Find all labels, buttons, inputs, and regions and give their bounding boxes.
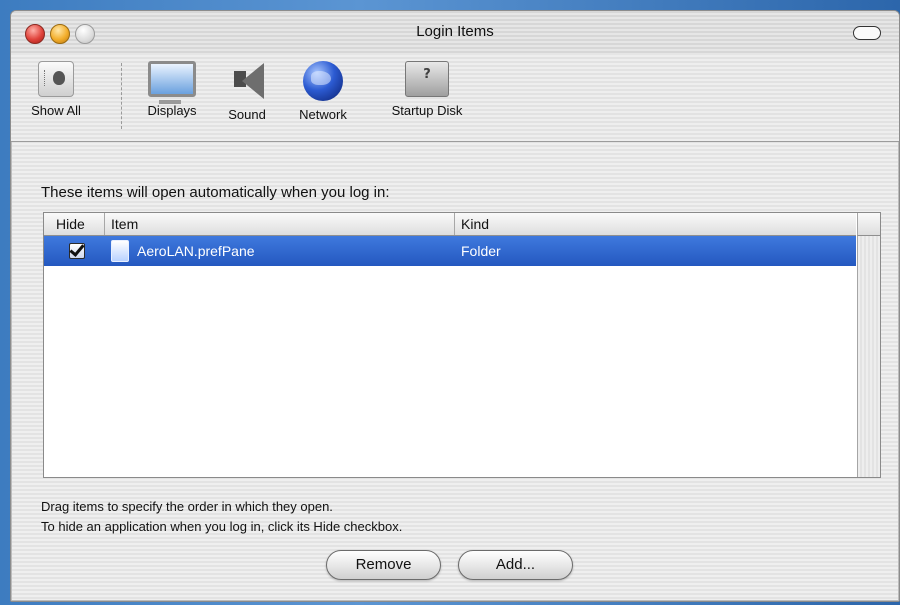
toolbar-item-label: Displays <box>147 103 197 118</box>
column-divider <box>454 213 455 235</box>
help-text: Drag items to specify the order in which… <box>41 497 402 537</box>
folder-icon <box>111 240 129 262</box>
window-title: Login Items <box>416 23 494 40</box>
preferences-toolbar: Show All Displays Sound Network Startup … <box>11 55 899 142</box>
toolbar-item-label: Network <box>299 107 347 122</box>
hide-checkbox[interactable] <box>69 243 85 259</box>
item-kind: Folder <box>461 243 501 259</box>
table-header: Hide Item Kind <box>44 213 856 236</box>
toolbar-item-label: Sound <box>228 107 266 122</box>
toolbar-item-network[interactable]: Network <box>287 61 359 122</box>
globe-icon <box>303 61 343 101</box>
toolbar-item-displays[interactable]: Displays <box>137 61 207 118</box>
hard-disk-icon <box>405 61 449 97</box>
display-icon <box>148 61 196 104</box>
toolbar-item-label: Show All <box>31 103 81 118</box>
help-line-reorder: Drag items to specify the order in which… <box>41 499 333 514</box>
toolbar-item-show-all[interactable]: Show All <box>21 61 91 118</box>
toolbar-item-label: Startup Disk <box>391 103 463 118</box>
speaker-icon <box>230 61 264 101</box>
vertical-scrollbar[interactable] <box>857 213 880 477</box>
column-header-kind[interactable]: Kind <box>461 216 489 232</box>
toolbar-item-startup-disk[interactable]: Startup Disk <box>375 61 479 118</box>
title-bar[interactable]: Login Items <box>11 11 899 56</box>
toolbar-separator <box>121 63 122 129</box>
table-row[interactable]: AeroLAN.prefPane Folder <box>44 236 856 266</box>
scrollbar-header-corner <box>857 213 880 236</box>
remove-button[interactable]: Remove <box>326 550 441 580</box>
add-button[interactable]: Add... <box>458 550 573 580</box>
column-header-hide[interactable]: Hide <box>56 216 85 232</box>
show-all-icon <box>38 61 74 97</box>
column-header-item[interactable]: Item <box>111 216 138 232</box>
preferences-window: Login Items Show All Displays Sound Netw… <box>10 10 900 602</box>
item-name: AeroLAN.prefPane <box>137 243 255 259</box>
help-line-hide: To hide an application when you log in, … <box>41 519 403 534</box>
login-items-table[interactable]: Hide Item Kind AeroLAN.prefPane Folder <box>43 212 881 478</box>
toolbar-item-sound[interactable]: Sound <box>217 61 277 122</box>
login-items-pane: These items will open automatically when… <box>11 142 899 601</box>
column-divider <box>104 213 105 235</box>
toolbar-toggle-button[interactable] <box>853 26 881 40</box>
intro-text: These items will open automatically when… <box>41 184 390 201</box>
